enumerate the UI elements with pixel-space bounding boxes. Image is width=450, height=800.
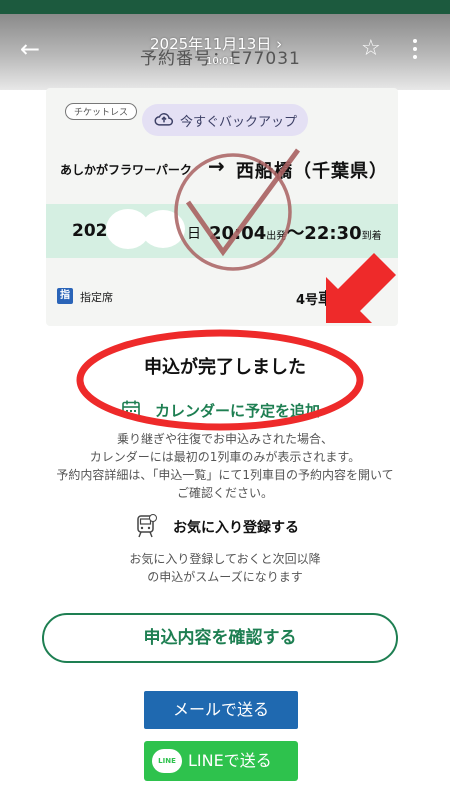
favorite-label: お気に入り登録する [173,520,299,536]
note-line: カレンダーには最初の1列車のみが表示されます。 [89,450,361,464]
arrival-label: 到着 [361,231,382,242]
favorite-note: お気に入り登録しておくと次回以降 の申込がスムーズになります [20,550,430,586]
more-vert-icon[interactable] [408,39,422,63]
note-line: お気に入り登録しておくと次回以降 [129,552,321,566]
line-button-label: LINEで送る [188,751,272,770]
ticket-card[interactable]: チケットレス 今すぐバックアップ あしかがフラワーパーク → 西船橋（千葉県） … [46,88,398,326]
note-line: 予約内容詳細は、「申込一覧」にて1列車目の予約内容を開いて [56,468,394,482]
backup-button[interactable]: 今すぐバックアップ [142,104,308,136]
car-suffix: 車 7 [318,289,351,308]
seat-type: 指定席 [80,291,113,304]
checkmark-stamp-icon [174,148,301,271]
reserved-seat-badge: 指 [57,288,73,304]
completion-message: 申込が完了しました [144,357,306,378]
train-icon [137,514,157,538]
car-prefix: 4号 [296,293,319,308]
cloud-upload-icon [154,113,173,126]
overlay-date: 2025年11月13日 › [150,35,283,53]
backup-label: 今すぐバックアップ [180,115,298,130]
confirm-booking-button[interactable]: 申込内容を確認する [42,613,398,663]
app-header: ← 予約番号：E77031 2025年11月13日 › 10:01 ☆ [0,14,450,90]
arrival-time: 22:30 [304,223,362,244]
status-strip [0,0,450,14]
note-line: 乗り継ぎや往復でお申込みされた場合、 [116,432,333,446]
back-arrow-icon[interactable]: ← [20,37,40,61]
date-year: 202 [72,221,108,241]
note-line: の申込がスムーズになります [147,570,303,584]
send-mail-button[interactable]: メールで送る [144,691,298,729]
send-line-button[interactable]: LINE LINEで送る [144,741,298,781]
overlay-time: 10:01 [206,56,235,67]
car-number: 4号車 7 [296,285,351,309]
note-line: ご確認ください。 [176,486,273,500]
calendar-link-label: カレンダーに予定を追加 [155,402,321,420]
calendar-note: 乗り継ぎや往復でお申込みされた場合、 カレンダーには最初の1列車のみが表示されま… [20,430,430,502]
star-icon[interactable]: ☆ [361,38,381,60]
calendar-icon [122,400,140,418]
ticketless-tag: チケットレス [65,103,138,120]
line-logo-icon: LINE [152,749,182,773]
